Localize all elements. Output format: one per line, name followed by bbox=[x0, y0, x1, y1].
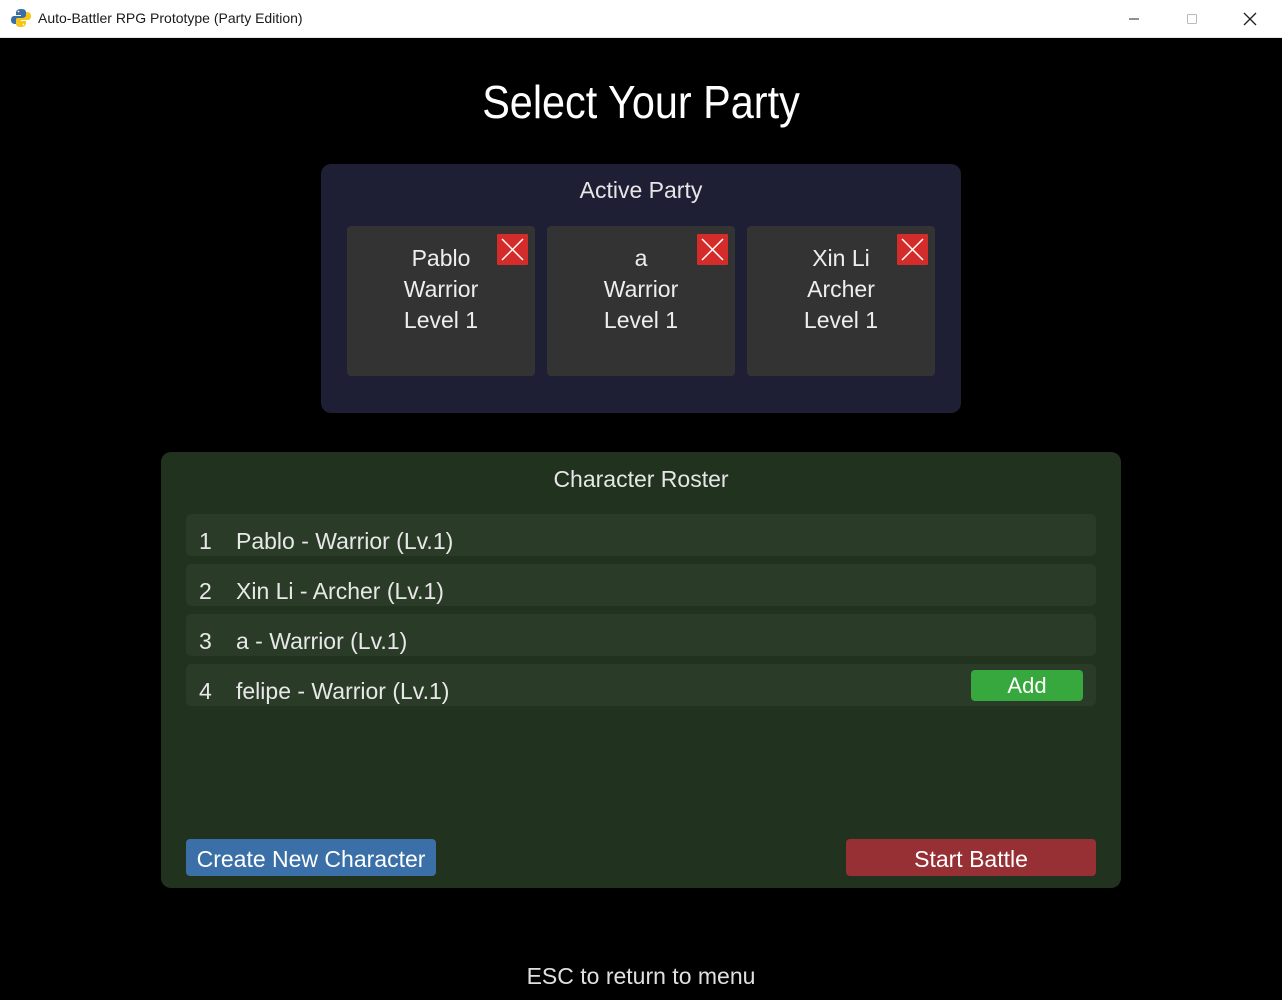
member-level: Level 1 bbox=[403, 307, 479, 333]
close-window-button[interactable] bbox=[1221, 0, 1279, 38]
roster-row-label: felipe - Warrior (Lv.1) bbox=[236, 678, 450, 704]
roster-row[interactable]: 2 Xin Li - Archer (Lv.1) bbox=[186, 564, 1096, 606]
maximize-button[interactable] bbox=[1163, 0, 1221, 38]
roster-row-number: 2 bbox=[199, 578, 212, 604]
member-level: Level 1 bbox=[803, 307, 879, 333]
roster-row[interactable]: 3 a - Warrior (Lv.1) bbox=[186, 614, 1096, 656]
page-title: Select Your Party bbox=[482, 76, 800, 128]
member-class: Archer bbox=[807, 276, 875, 302]
minimize-icon bbox=[1129, 18, 1139, 20]
remove-member-button[interactable] bbox=[497, 234, 528, 265]
maximize-icon bbox=[1187, 14, 1197, 24]
active-party-panel: Active Party Pablo Warrior Level 1 a War… bbox=[321, 164, 961, 413]
close-icon bbox=[1243, 12, 1257, 26]
party-member-card: a Warrior Level 1 bbox=[547, 226, 735, 376]
window-title: Auto-Battler RPG Prototype (Party Editio… bbox=[38, 10, 303, 26]
create-character-button[interactable]: Create New Character bbox=[186, 839, 436, 876]
start-battle-button[interactable]: Start Battle bbox=[846, 839, 1096, 876]
game-canvas: Select Your Party Active Party Pablo War… bbox=[0, 39, 1282, 1000]
roster-row-label: Pablo - Warrior (Lv.1) bbox=[236, 528, 454, 554]
roster-row[interactable]: 1 Pablo - Warrior (Lv.1) bbox=[186, 514, 1096, 556]
party-member-card: Xin Li Archer Level 1 bbox=[747, 226, 935, 376]
character-roster-panel: Character Roster 1 Pablo - Warrior (Lv.1… bbox=[161, 452, 1121, 888]
roster-row-number: 1 bbox=[199, 528, 212, 554]
remove-member-button[interactable] bbox=[897, 234, 928, 265]
active-party-title: Active Party bbox=[579, 177, 703, 203]
python-snake-icon bbox=[11, 8, 31, 28]
roster-row[interactable]: 4 felipe - Warrior (Lv.1) Add bbox=[186, 664, 1096, 706]
roster-row-number: 4 bbox=[199, 678, 212, 704]
roster-row-label: Xin Li - Archer (Lv.1) bbox=[236, 578, 444, 604]
member-class: Warrior bbox=[603, 276, 679, 302]
title-bar: Auto-Battler RPG Prototype (Party Editio… bbox=[0, 0, 1282, 38]
minimize-button[interactable] bbox=[1105, 0, 1163, 38]
close-icon bbox=[701, 238, 724, 261]
close-icon bbox=[901, 238, 924, 261]
footer-hint: ESC to return to menu bbox=[526, 963, 756, 989]
app-window: Auto-Battler RPG Prototype (Party Editio… bbox=[0, 0, 1282, 1000]
remove-member-button[interactable] bbox=[697, 234, 728, 265]
roster-row-number: 3 bbox=[199, 628, 212, 654]
close-icon bbox=[501, 238, 524, 261]
roster-row-label: a - Warrior (Lv.1) bbox=[236, 628, 408, 654]
party-member-card: Pablo Warrior Level 1 bbox=[347, 226, 535, 376]
member-level: Level 1 bbox=[603, 307, 679, 333]
roster-title: Character Roster bbox=[553, 466, 729, 492]
add-to-party-button[interactable]: Add bbox=[971, 670, 1083, 701]
member-class: Warrior bbox=[403, 276, 479, 302]
